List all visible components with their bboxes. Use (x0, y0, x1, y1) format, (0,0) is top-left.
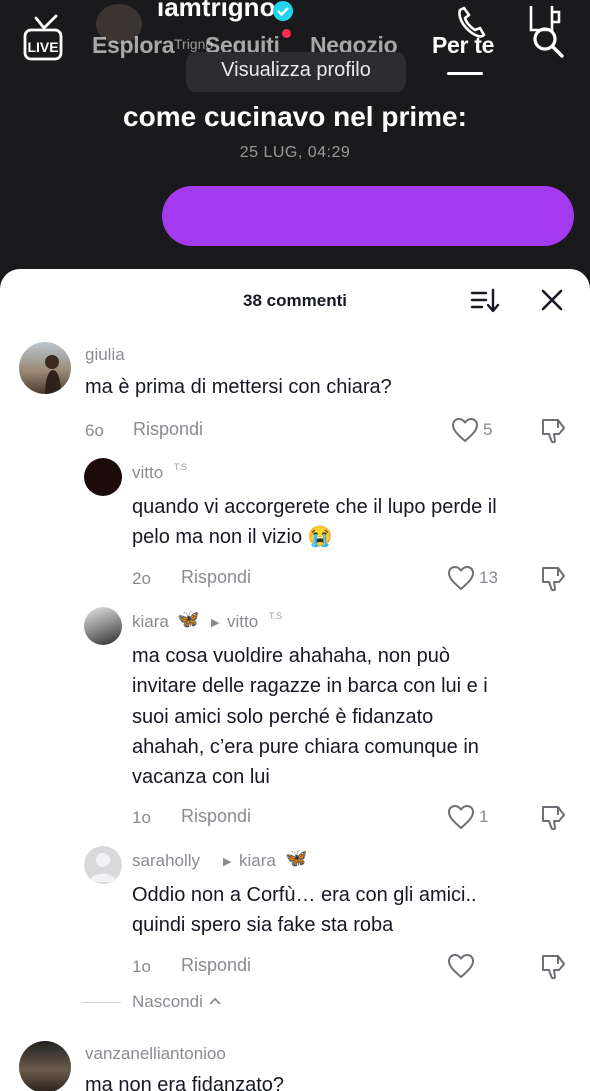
comment-username[interactable]: kiara (132, 612, 169, 632)
dislike-icon[interactable] (540, 416, 568, 444)
live-label: LIVE (27, 39, 58, 55)
reply-button[interactable]: Rispondi (181, 806, 251, 827)
comment-username[interactable]: vitto (132, 463, 163, 483)
tab-esplora[interactable]: Esplora (92, 32, 175, 59)
comment-time: 2o (132, 569, 151, 588)
like-count: 5 (483, 420, 493, 439)
like-count: 1 (479, 807, 489, 826)
comment-text-line: vacanza con lui (132, 766, 270, 788)
avatar[interactable] (84, 846, 122, 884)
reply-button[interactable]: Rispondi (181, 567, 251, 588)
video-date: 25 LUG, 04:29 (239, 144, 351, 161)
replies-divider (83, 1002, 121, 1003)
hide-replies-label: Nascondi (132, 992, 203, 1011)
dislike-icon[interactable] (540, 564, 568, 592)
comment-text-line: suoi amici solo perché è fidanzato (132, 706, 434, 728)
comment-username[interactable]: giulia (85, 345, 125, 365)
butterfly-icon: 🦋 (285, 848, 308, 868)
chevron-up-icon (208, 997, 221, 1005)
notification-dot (282, 29, 291, 38)
comment-text-line: ma cosa vuoldire ahahaha, non può (132, 645, 451, 667)
avatar[interactable] (84, 458, 122, 496)
avatar[interactable] (84, 607, 122, 645)
live-icon[interactable]: LIVE (22, 14, 64, 62)
reply-to-username[interactable]: kiara (239, 851, 276, 871)
dislike-icon[interactable] (540, 803, 568, 831)
comment-text-line: quando vi accorgerete che il lupo perde … (132, 496, 497, 518)
view-profile-button[interactable]: Visualizza profilo (186, 52, 406, 92)
avatar[interactable] (19, 342, 71, 394)
comment-text: ma non era fidanzato? (85, 1074, 285, 1091)
active-tab-indicator (447, 72, 483, 75)
video-caption: come cucinavo nel prime: (123, 101, 467, 132)
comment-text: ma è prima di mettersi con chiara? (85, 376, 392, 398)
reply-button[interactable]: Rispondi (133, 419, 203, 440)
avatar-image (45, 355, 61, 394)
hide-replies-button[interactable]: Nascondi (132, 992, 222, 1012)
video-player[interactable]: iamtrigno Trigno LIVE Esplora Seguiti Ne… (0, 0, 590, 300)
default-avatar-icon (89, 853, 117, 882)
comment-username[interactable]: saraholly (132, 851, 200, 871)
avatar[interactable] (19, 1041, 71, 1091)
heart-icon[interactable] (451, 417, 479, 443)
comment-text-line: quindi spero sia fake sta roba (132, 914, 394, 936)
reply-arrow-icon: ▶ (211, 617, 220, 629)
heart-icon[interactable] (447, 804, 475, 830)
heart-icon[interactable] (447, 565, 475, 591)
comments-count-title: 38 commenti (243, 291, 347, 310)
butterfly-icon: 🦋 (177, 609, 200, 629)
like-count: 13 (479, 568, 498, 587)
comment-text-line: pelo ma non il vizio 😭 (132, 526, 333, 548)
search-icon[interactable] (528, 22, 568, 62)
comment-text-line: invitare delle ragazze in barca con lui … (132, 675, 488, 697)
reply-to-username[interactable]: vitto (227, 612, 258, 632)
heart-icon[interactable] (447, 953, 475, 979)
comment-text-line: ahahah, c’era pure chiara comunque in (132, 736, 479, 758)
user-tag: T.S (269, 611, 283, 621)
comment-text-line: Oddio non a Corfù… era con gli amici.. (132, 884, 477, 906)
user-tag: T.S (174, 462, 188, 472)
reply-arrow-icon: ▶ (223, 856, 232, 868)
comment-time: 1o (132, 808, 151, 827)
comment-time: 6o (85, 421, 104, 440)
sort-icon[interactable] (470, 287, 500, 315)
purple-action-button[interactable] (162, 186, 574, 246)
comment-username[interactable]: vanzanelliantonioo (85, 1044, 226, 1064)
reply-button[interactable]: Rispondi (181, 955, 251, 976)
comment-time: 1o (132, 957, 151, 976)
close-icon[interactable] (538, 286, 566, 314)
phone-icon[interactable] (452, 6, 492, 40)
dislike-icon[interactable] (540, 952, 568, 980)
